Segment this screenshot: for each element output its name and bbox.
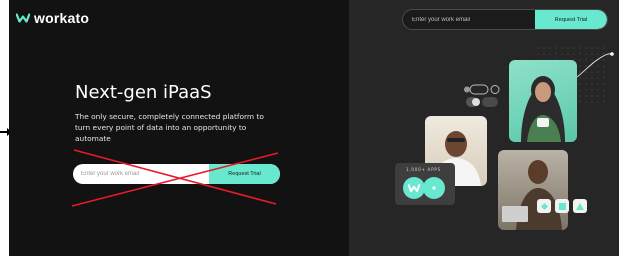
hero-title: Next-gen iPaaS <box>75 82 212 103</box>
toggle-switches-graphic <box>464 84 500 107</box>
brand-name: workato <box>34 10 90 26</box>
hero-signup-form: Request Trial <box>73 164 280 184</box>
plus-app-icon <box>423 177 445 199</box>
man-laptop-photo <box>498 150 568 230</box>
hero-request-trial-button[interactable]: Request Trial <box>209 164 280 184</box>
square-tile-icon <box>555 199 569 213</box>
header-signup-form: Request Trial <box>402 9 608 30</box>
woman-with-coffee-photo <box>509 60 577 142</box>
hero-subtitle: The only secure, completely connected pl… <box>75 112 264 143</box>
workato-logo[interactable]: workato <box>16 10 89 26</box>
apps-count-label: 1,000+ APPS <box>406 167 441 172</box>
diamond-tile-icon <box>537 199 551 213</box>
header-email-input[interactable] <box>403 10 535 29</box>
triangle-tile-icon <box>573 199 587 213</box>
hero-email-input[interactable] <box>73 164 209 184</box>
workato-logo-icon <box>16 13 30 23</box>
workato-app-icon <box>403 177 425 199</box>
header-request-trial-button[interactable]: Request Trial <box>535 10 607 29</box>
app-tiles <box>537 199 587 213</box>
apps-card: 1,000+ APPS <box>395 163 455 205</box>
